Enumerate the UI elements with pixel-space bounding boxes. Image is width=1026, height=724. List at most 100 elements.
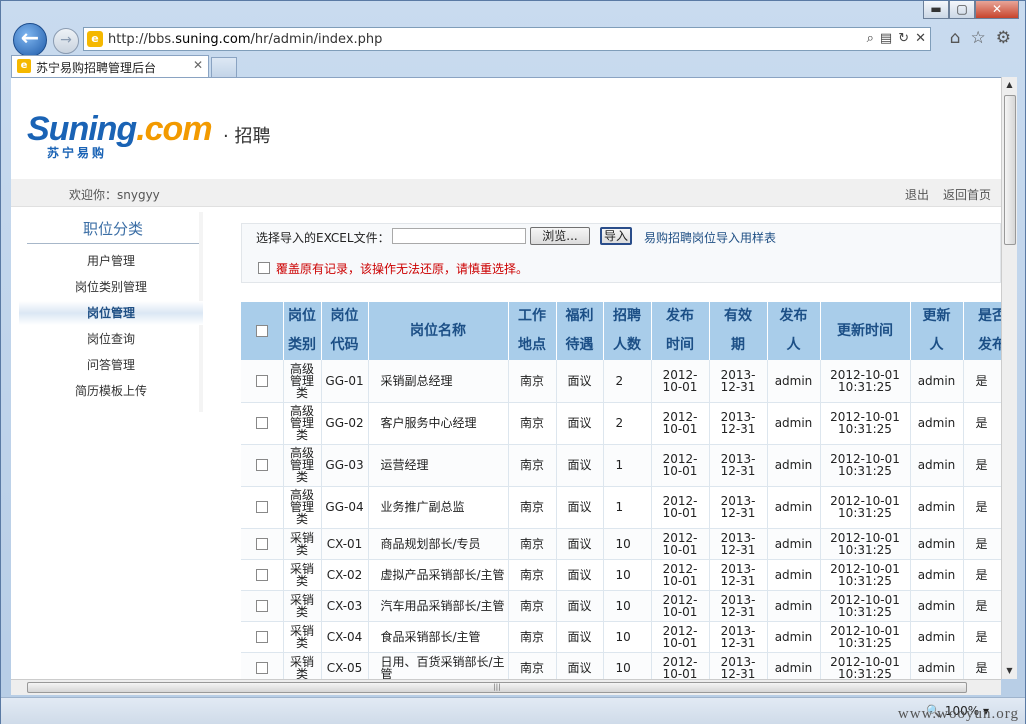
table-row[interactable]: 采销类 CX-05 日用、百货采销部长/主管 南京 面议 10 2012-10-…: [241, 652, 1001, 679]
cell-updater: admin: [910, 528, 964, 560]
minimize-button[interactable]: ▬: [923, 1, 949, 19]
vertical-scrollbar[interactable]: ▲ ▼: [1001, 77, 1017, 679]
welcome-bar: 欢迎你：snygyy 退出 返回首页: [11, 179, 1001, 207]
excel-file-input[interactable]: [392, 228, 526, 244]
stop-icon[interactable]: ✕: [915, 31, 926, 46]
sidebar-item-position-query[interactable]: 岗位查询: [19, 327, 203, 351]
search-icon[interactable]: ⌕: [867, 31, 874, 46]
cell-is-published: 是: [963, 444, 1001, 487]
page-viewport: Suning.com 苏宁易购 · 招聘 欢迎你：snygyy 退出 返回首页 …: [11, 77, 1001, 679]
gear-icon[interactable]: ⚙: [996, 28, 1011, 48]
row-checkbox[interactable]: [255, 630, 268, 643]
positions-table-wrapper: 岗位 类别 岗位 代码 岗位名称 工作 地点 福利 待遇 招聘 人数 发布 时间…: [241, 302, 1001, 679]
cell-published: 2012-10-01: [651, 360, 710, 403]
template-link[interactable]: 易购招聘岗位导入用样表: [644, 229, 776, 246]
cell-updated: 2012-10-01 10:31:25: [820, 652, 911, 679]
table-row[interactable]: 采销类 CX-01 商品规划部长/专员 南京 面议 10 2012-10-01 …: [241, 528, 1001, 560]
new-tab-button[interactable]: [211, 57, 237, 77]
cell-count: 1: [603, 444, 652, 487]
row-checkbox[interactable]: [255, 375, 268, 387]
table-row[interactable]: 高级管理类 GG-02 客户服务中心经理 南京 面议 2 2012-10-01 …: [241, 402, 1001, 445]
cell-welfare: 面议: [556, 360, 604, 403]
browse-button[interactable]: 浏览...: [530, 227, 590, 245]
import-button[interactable]: 导入: [600, 227, 632, 245]
cell-updated: 2012-10-01 10:31:25: [820, 486, 911, 529]
maximize-button[interactable]: ▢: [949, 1, 975, 19]
row-checkbox[interactable]: [255, 501, 268, 514]
overwrite-warning: 覆盖原有记录，该操作无法还原，请慎重选择。: [276, 262, 529, 276]
cell-name: 客户服务中心经理: [368, 402, 509, 445]
close-button[interactable]: ✕: [975, 1, 1019, 19]
row-checkbox[interactable]: [255, 599, 268, 612]
cell-category: 采销类: [283, 590, 322, 622]
cell-valid: 2013-12-31: [709, 402, 768, 445]
cell-category: 采销类: [283, 652, 322, 679]
row-checkbox[interactable]: [255, 661, 268, 674]
table-row[interactable]: 高级管理类 GG-04 业务推广副总监 南京 面议 1 2012-10-01 2…: [241, 486, 1001, 529]
cell-count: 10: [603, 621, 652, 653]
cell-welfare: 面议: [556, 528, 604, 560]
table-row[interactable]: 采销类 CX-04 食品采销部长/主管 南京 面议 10 2012-10-01 …: [241, 621, 1001, 653]
tab-recruit-admin[interactable]: e 苏宁易购招聘管理后台 ✕: [11, 55, 209, 77]
cell-category: 高级管理类: [283, 486, 322, 529]
sidebar-item-user-management[interactable]: 用户管理: [19, 249, 203, 273]
sidebar-item-qa-management[interactable]: 问答管理: [19, 353, 203, 377]
cell-updated: 2012-10-01 10:31:25: [820, 559, 911, 591]
overwrite-checkbox[interactable]: [258, 262, 270, 274]
sidebar-item-resume-template-upload[interactable]: 简历模板上传: [19, 379, 203, 403]
positions-table: 岗位 类别 岗位 代码 岗位名称 工作 地点 福利 待遇 招聘 人数 发布 时间…: [241, 302, 1001, 679]
header-publisher: 发布 人: [767, 302, 821, 360]
sidebar-item-position-management[interactable]: 岗位管理: [19, 301, 203, 325]
horizontal-scroll-thumb[interactable]: |||: [27, 682, 967, 693]
cell-updater: admin: [910, 621, 964, 653]
logout-link[interactable]: 退出: [905, 186, 929, 203]
cell-category: 高级管理类: [283, 360, 322, 403]
sidebar-item-category-management[interactable]: 岗位类别管理: [19, 275, 203, 299]
refresh-icon[interactable]: ↻: [898, 31, 909, 46]
table-row[interactable]: 采销类 CX-03 汽车用品采销部长/主管 南京 面议 10 2012-10-0…: [241, 590, 1001, 622]
cell-welfare: 面议: [556, 621, 604, 653]
horizontal-scrollbar[interactable]: |||: [11, 679, 1001, 695]
row-checkbox[interactable]: [255, 459, 268, 472]
row-select-cell: [241, 486, 284, 529]
row-checkbox[interactable]: [255, 537, 268, 550]
table-row[interactable]: 高级管理类 GG-01 采销副总经理 南京 面议 2 2012-10-01 20…: [241, 360, 1001, 403]
header-code: 岗位 代码: [321, 302, 369, 360]
cell-welfare: 面议: [556, 486, 604, 529]
cell-updated: 2012-10-01 10:31:25: [820, 590, 911, 622]
back-button[interactable]: ←: [13, 23, 47, 57]
table-row[interactable]: 高级管理类 GG-03 运营经理 南京 面议 1 2012-10-01 2013…: [241, 444, 1001, 487]
address-url[interactable]: http://bbs.suning.com/hr/admin/index.php: [108, 32, 382, 47]
select-all-checkbox[interactable]: [255, 324, 268, 337]
cell-valid: 2013-12-31: [709, 486, 768, 529]
cell-publisher: admin: [767, 402, 821, 445]
address-bar[interactable]: e http://bbs.suning.com/hr/admin/index.p…: [83, 27, 931, 51]
favorites-star-icon[interactable]: ☆: [971, 28, 986, 48]
table-row[interactable]: 采销类 CX-02 虚拟产品采销部长/主管 南京 面议 10 2012-10-0…: [241, 559, 1001, 591]
row-select-cell: [241, 621, 284, 653]
cell-published: 2012-10-01: [651, 652, 710, 679]
home-link[interactable]: 返回首页: [943, 186, 991, 203]
header-count: 招聘 人数: [603, 302, 652, 360]
table-header-row: 岗位 类别 岗位 代码 岗位名称 工作 地点 福利 待遇 招聘 人数 发布 时间…: [241, 302, 1001, 360]
cell-publisher: admin: [767, 528, 821, 560]
row-checkbox[interactable]: [255, 417, 268, 430]
cell-updated: 2012-10-01 10:31:25: [820, 360, 911, 403]
cell-location: 南京: [508, 444, 557, 487]
cell-location: 南京: [508, 652, 557, 679]
scroll-down-icon[interactable]: ▼: [1002, 663, 1017, 679]
header-valid: 有效 期: [709, 302, 768, 360]
compat-view-icon[interactable]: ▤: [880, 31, 892, 46]
home-icon[interactable]: ⌂: [950, 28, 961, 48]
row-checkbox[interactable]: [255, 568, 268, 581]
close-tab-icon[interactable]: ✕: [193, 58, 203, 72]
cell-valid: 2013-12-31: [709, 590, 768, 622]
scroll-up-icon[interactable]: ▲: [1002, 77, 1017, 93]
cell-category: 高级管理类: [283, 444, 322, 487]
forward-button[interactable]: →: [53, 28, 79, 54]
cell-location: 南京: [508, 360, 557, 403]
vertical-scroll-thumb[interactable]: [1004, 95, 1016, 245]
cell-updater: admin: [910, 444, 964, 487]
welcome-text: 欢迎你：snygyy: [69, 188, 160, 202]
cell-is-published: 是: [963, 360, 1001, 403]
